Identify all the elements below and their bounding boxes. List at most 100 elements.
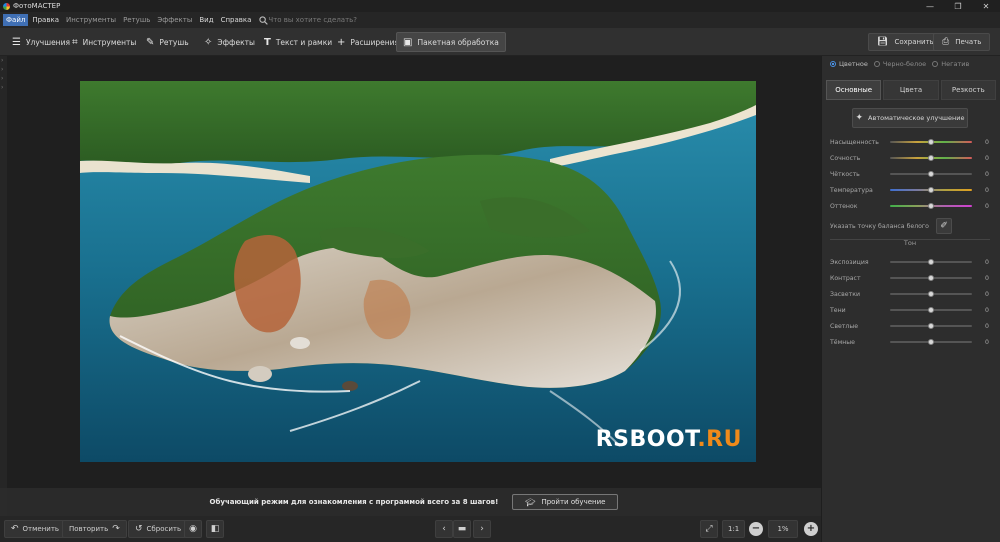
brush-icon: ✎	[146, 36, 155, 48]
slider-label: Тёмные	[830, 338, 855, 346]
slider-handle[interactable]	[928, 203, 934, 209]
mode-negative-radio[interactable]: Негатив	[932, 60, 969, 68]
slider-track[interactable]	[890, 139, 972, 145]
tab-tools[interactable]: ⌗ Инструменты	[66, 32, 142, 52]
slider-value: 0	[985, 274, 989, 282]
tab-sharpness[interactable]: Резкость	[940, 80, 996, 100]
tab-colors[interactable]: Цвета	[883, 80, 939, 100]
tab-label: Расширения	[350, 37, 400, 47]
radio-dot	[932, 61, 939, 67]
save-label: Сохранить	[894, 38, 934, 46]
menu-item-help[interactable]: Справка	[218, 14, 255, 26]
slider-handle[interactable]	[928, 323, 934, 329]
chevron-right-icon[interactable]: ›	[0, 74, 7, 83]
preview-toggle-button[interactable]: ◉	[184, 520, 202, 538]
slider-track[interactable]	[890, 291, 972, 297]
slider-value: 0	[985, 322, 989, 330]
slider-handle[interactable]	[928, 155, 934, 161]
tab-retouch[interactable]: ✎ Ретушь	[140, 32, 195, 52]
tab-effects[interactable]: ✧ Эффекты	[198, 32, 261, 52]
chevron-right-icon[interactable]: ›	[0, 56, 7, 65]
slider-track[interactable]	[890, 155, 972, 161]
mode-color-radio[interactable]: Цветное	[830, 60, 868, 68]
tab-label: Улучшения	[25, 37, 70, 47]
slider-track[interactable]	[890, 339, 972, 345]
actual-size-button[interactable]: 1:1	[722, 520, 746, 538]
basic-slider-row: Температура 0	[830, 184, 990, 196]
tone-slider-row: Экспозиция 0	[830, 256, 990, 268]
slider-handle[interactable]	[928, 275, 934, 281]
undo-button[interactable]: ↶ Отменить	[4, 520, 67, 538]
mode-bw-radio[interactable]: Черно-белое	[873, 60, 926, 68]
slider-value: 0	[985, 202, 989, 210]
slider-value: 0	[985, 154, 989, 162]
slider-track[interactable]	[890, 171, 972, 177]
undo-label: Отменить	[22, 525, 60, 533]
chevron-right-icon[interactable]: ›	[0, 65, 7, 74]
basic-slider-row: Сочность 0	[830, 152, 990, 164]
slider-value: 0	[985, 338, 989, 346]
slider-handle[interactable]	[928, 259, 934, 265]
tone-slider-row: Светлые 0	[830, 320, 990, 332]
slider-track[interactable]	[890, 323, 972, 329]
print-button[interactable]: ⎙ Печать	[933, 33, 991, 51]
compare-button[interactable]: ◧	[206, 520, 224, 538]
tab-label: Ретушь	[159, 37, 189, 47]
zoom-out-button[interactable]: −	[749, 522, 763, 536]
menu-item-edit[interactable]: Правка	[29, 14, 62, 26]
close-icon[interactable]: ✕	[972, 0, 1000, 12]
menu-bar: Файл Правка Инструменты Ретушь Эффекты В…	[0, 12, 1000, 28]
tab-extensions[interactable]: + Расширения	[331, 32, 405, 52]
maximize-icon[interactable]: ❐	[944, 0, 972, 12]
slider-label: Сочность	[830, 154, 861, 162]
next-photo-button[interactable]: ›	[473, 520, 491, 538]
slider-value: 0	[985, 186, 989, 194]
menu-item-tools[interactable]: Инструменты	[63, 14, 119, 26]
open-folder-button[interactable]: ▬	[453, 520, 471, 538]
tutorial-bar: Обучающий режим для ознакомления с прогр…	[7, 488, 821, 516]
chevron-right-icon[interactable]: ›	[0, 83, 7, 92]
prev-photo-button[interactable]: ‹	[435, 520, 453, 538]
fit-to-screen-button[interactable]: ⤢	[700, 520, 718, 538]
menu-item-file[interactable]: Файл	[3, 14, 29, 26]
tab-basic[interactable]: Основные	[826, 80, 882, 100]
menu-item-effects[interactable]: Эффекты	[154, 14, 195, 26]
zoom-level-field[interactable]: 1%	[768, 520, 798, 538]
slider-label: Тени	[830, 306, 846, 314]
save-button[interactable]: 💾︎ Сохранить	[868, 33, 943, 51]
eyedropper-button[interactable]: ✐	[936, 218, 952, 234]
search-input[interactable]	[268, 16, 389, 24]
slider-handle[interactable]	[928, 171, 934, 177]
photo-preview[interactable]: RSBOOT.RU	[80, 81, 756, 462]
slider-track[interactable]	[890, 275, 972, 281]
slider-track[interactable]	[890, 203, 972, 209]
left-collapse-strip: › › › ›	[0, 56, 7, 488]
redo-button[interactable]: Повторить ↷	[62, 520, 127, 538]
slider-track[interactable]	[890, 307, 972, 313]
tab-batch[interactable]: ▣ Пакетная обработка	[396, 32, 506, 52]
auto-enhance-button[interactable]: ✦ Автоматическое улучшение	[852, 108, 968, 128]
menu-item-retouch[interactable]: Ретушь	[120, 14, 153, 26]
menu-item-view[interactable]: Вид	[196, 14, 216, 26]
minimize-icon[interactable]: —	[916, 0, 944, 12]
slider-value: 0	[985, 290, 989, 298]
zoom-in-button[interactable]: +	[804, 522, 818, 536]
slider-handle[interactable]	[928, 307, 934, 313]
slider-handle[interactable]	[928, 291, 934, 297]
slider-track[interactable]	[890, 187, 972, 193]
slider-handle[interactable]	[928, 339, 934, 345]
eye-icon: ◉	[189, 524, 197, 534]
redo-icon: ↷	[112, 524, 120, 534]
title-bar: ФотоМАСТЕР — ❐ ✕	[0, 0, 1000, 12]
slider-handle[interactable]	[928, 139, 934, 145]
slider-handle[interactable]	[928, 187, 934, 193]
basic-slider-row: Оттенок 0	[830, 200, 990, 212]
sliders-icon: ☰	[12, 36, 21, 48]
reset-button[interactable]: ↺ Сбросить	[128, 520, 189, 538]
fit-screen-icon: ⤢	[705, 524, 713, 534]
start-tutorial-button[interactable]: 🎓︎ Пройти обучение	[512, 494, 619, 510]
text-icon: T	[264, 36, 271, 48]
slider-track[interactable]	[890, 259, 972, 265]
tab-text-frames[interactable]: T Текст и рамки	[258, 32, 338, 52]
app-logo-icon	[3, 2, 10, 10]
